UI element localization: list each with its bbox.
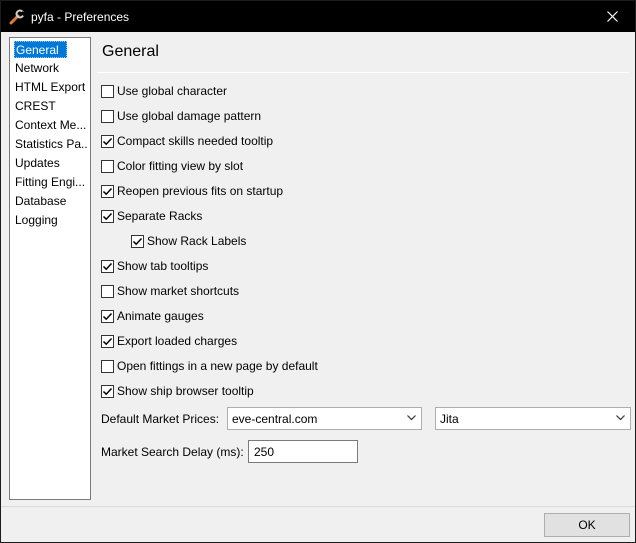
checkbox-checked[interactable] — [101, 309, 114, 323]
market-source-select[interactable]: eve-central.com — [227, 407, 422, 430]
checkbox-color-fitting-view-by-slot[interactable]: Color fitting view by slot — [101, 158, 243, 174]
title-bar: pyfa - Preferences — [1, 1, 635, 32]
market-system-value: Jita — [440, 412, 459, 426]
checkbox-show-ship-browser-tooltip[interactable]: Show ship browser tooltip — [101, 383, 254, 399]
market-system-select[interactable]: Jita — [435, 407, 631, 430]
sidebar-item-general[interactable]: General — [14, 41, 67, 58]
close-button[interactable] — [589, 1, 635, 32]
checkbox-separate-racks[interactable]: Separate Racks — [101, 208, 202, 224]
checkbox-label: Compact skills needed tooltip — [117, 134, 274, 148]
search-delay-value: 250 — [254, 445, 275, 459]
checkbox-animate-gauges[interactable]: Animate gauges — [101, 308, 204, 324]
preferences-category-list[interactable]: General Network HTML Export CREST Contex… — [9, 37, 91, 500]
checkbox-show-market-shortcuts[interactable]: Show market shortcuts — [101, 283, 239, 299]
checkbox-label: Use global damage pattern — [117, 109, 262, 123]
checkbox-label: Export loaded charges — [117, 334, 238, 348]
checkbox-checked[interactable] — [101, 134, 114, 148]
checkbox-label: Show market shortcuts — [117, 284, 240, 298]
search-delay-input[interactable]: 250 — [248, 440, 358, 463]
sidebar-item-network[interactable]: Network — [14, 60, 88, 77]
sidebar-item-updates[interactable]: Updates — [14, 155, 88, 172]
checkbox-unchecked[interactable] — [101, 109, 114, 123]
sidebar-item-fitting-engine[interactable]: Fitting Engi... — [14, 174, 88, 191]
checkbox-label: Show Rack Labels — [147, 234, 247, 248]
checkbox-label: Use global character — [117, 84, 228, 98]
checkbox-label: Reopen previous fits on startup — [117, 184, 284, 198]
checkbox-unchecked[interactable] — [101, 84, 114, 98]
checkbox-show-tab-tooltips[interactable]: Show tab tooltips — [101, 258, 208, 274]
checkbox-unchecked[interactable] — [101, 159, 114, 173]
title-divider — [97, 72, 629, 73]
page-title: General — [102, 43, 159, 60]
sidebar-item-crest[interactable]: CREST — [14, 98, 88, 115]
sidebar-item-context-menu[interactable]: Context Me... — [14, 117, 88, 134]
checkbox-unchecked[interactable] — [101, 359, 114, 373]
market-source-value: eve-central.com — [232, 412, 318, 426]
footer-divider — [1, 506, 635, 507]
checkbox-label: Show tab tooltips — [117, 259, 209, 273]
checkbox-use-global-character[interactable]: Use global character — [101, 83, 227, 99]
checkbox-unchecked[interactable] — [101, 284, 114, 298]
sidebar-item-statistics-pane[interactable]: Statistics Pa... — [14, 136, 88, 153]
checkbox-use-global-damage-pattern[interactable]: Use global damage pattern — [101, 108, 261, 124]
checkbox-export-loaded-charges[interactable]: Export loaded charges — [101, 333, 237, 349]
window-title: pyfa - Preferences — [31, 10, 130, 24]
checkbox-label: Show ship browser tooltip — [117, 384, 254, 398]
checkbox-checked[interactable] — [101, 184, 114, 198]
close-icon — [606, 11, 618, 22]
checkbox-open-fittings-in-a-new-page-by-default[interactable]: Open fittings in a new page by default — [101, 358, 318, 374]
checkbox-label: Separate Racks — [117, 209, 203, 223]
sidebar-item-database[interactable]: Database — [14, 193, 88, 210]
preferences-window: pyfa - Preferences General Network HTML … — [0, 0, 636, 543]
sidebar-item-html-export[interactable]: HTML Export — [14, 79, 88, 96]
checkbox-label: Open fittings in a new page by default — [117, 359, 318, 373]
checkbox-checked[interactable] — [101, 209, 114, 223]
checkbox-checked[interactable] — [101, 259, 114, 273]
checkbox-label: Color fitting view by slot — [117, 159, 244, 173]
checkbox-label: Animate gauges — [117, 309, 204, 323]
chevron-down-icon — [616, 415, 625, 421]
checkbox-checked[interactable] — [101, 334, 114, 348]
chevron-down-icon — [407, 415, 416, 421]
checkbox-checked[interactable] — [131, 234, 144, 248]
sidebar-item-logging[interactable]: Logging — [14, 212, 88, 229]
checkbox-show-rack-labels[interactable]: Show Rack Labels — [131, 233, 246, 249]
wrench-icon — [9, 9, 26, 25]
checkbox-compact-skills-needed-tooltip[interactable]: Compact skills needed tooltip — [101, 133, 273, 149]
checkbox-reopen-previous-fits-on-startup[interactable]: Reopen previous fits on startup — [101, 183, 283, 199]
market-prices-label: Default Market Prices: — [101, 412, 220, 426]
ok-button[interactable]: OK — [544, 513, 630, 537]
search-delay-label: Market Search Delay (ms): — [101, 445, 244, 459]
checkbox-checked[interactable] — [101, 384, 114, 398]
